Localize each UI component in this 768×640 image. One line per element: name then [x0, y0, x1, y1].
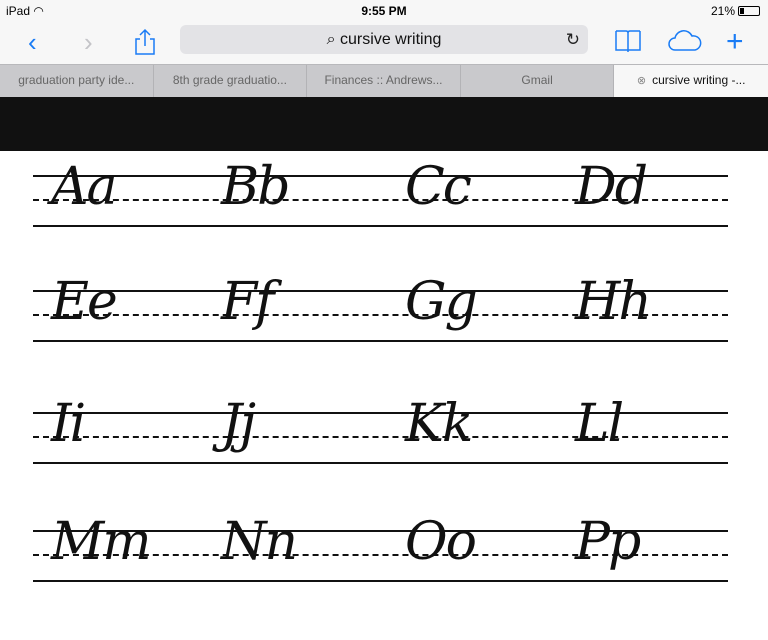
- writing-row: Mm Nn Oo Pp: [33, 512, 728, 582]
- cursive-alphabet-sheet: Aa Bb Cc Dd Ee Ff Gg Hh Ii Jj Kk Ll Mm Nn Oo Pp: [0, 151, 768, 640]
- base-line: [33, 462, 728, 464]
- base-line: [33, 580, 728, 582]
- tab-bar: graduation party ide... 8th grade gradua…: [0, 64, 768, 97]
- bookmarks-icon[interactable]: [614, 28, 642, 59]
- letter-pair: Gg: [405, 272, 478, 332]
- writing-row: Ee Ff Gg Hh: [33, 272, 728, 342]
- letter-pair: Hh: [575, 272, 652, 332]
- clock: 9:55 PM: [361, 4, 407, 18]
- letter-pair: Aa: [51, 157, 118, 217]
- forward-icon[interactable]: ›: [84, 28, 93, 56]
- icloud-icon[interactable]: [667, 28, 703, 59]
- page-header-bar: [0, 97, 768, 151]
- letter-pair: Nn: [221, 512, 298, 572]
- letter-pair: Ff: [221, 272, 274, 332]
- letter-pair: Ii: [51, 394, 86, 454]
- reload-icon[interactable]: ↻: [566, 25, 580, 54]
- new-tab-icon[interactable]: +: [726, 27, 744, 57]
- mid-dashed-line: [33, 436, 728, 438]
- letter-pair: Kk: [405, 394, 473, 454]
- browser-toolbar: ‹ › ⌕ cursive writing ↻ +: [0, 22, 768, 64]
- letter-pair: Oo: [405, 512, 477, 572]
- tab-cursive-writing[interactable]: ⊗ cursive writing -...: [614, 65, 768, 97]
- letter-pair: Ee: [51, 272, 118, 332]
- back-icon[interactable]: ‹: [28, 28, 37, 56]
- letter-pair: Cc: [405, 157, 472, 217]
- letter-pair: Dd: [575, 157, 648, 217]
- top-line: [33, 412, 728, 414]
- letter-pair: Bb: [221, 157, 290, 217]
- tab-graduation-party[interactable]: graduation party ide...: [0, 65, 154, 97]
- tab-finances[interactable]: Finances :: Andrews...: [307, 65, 461, 97]
- share-icon[interactable]: [134, 28, 156, 64]
- tab-gmail[interactable]: Gmail: [461, 65, 615, 97]
- search-input[interactable]: ⌕ cursive writing ↻: [180, 25, 588, 54]
- battery-icon: [738, 6, 760, 16]
- letter-pair: Jj: [221, 394, 256, 454]
- letter-pair: Pp: [575, 512, 641, 572]
- letter-pair: Mm: [51, 512, 152, 572]
- tab-8th-grade-graduation[interactable]: 8th grade graduatio...: [154, 65, 308, 97]
- battery: 21%: [711, 4, 760, 18]
- writing-row: Ii Jj Kk Ll: [33, 394, 728, 464]
- status-bar: iPad ◠ 9:55 PM 21%: [0, 0, 768, 22]
- letter-pair: Ll: [575, 394, 624, 454]
- close-tab-icon[interactable]: ⊗: [637, 75, 646, 87]
- base-line: [33, 340, 728, 342]
- search-icon: ⌕: [326, 31, 336, 48]
- writing-row: Aa Bb Cc Dd: [33, 157, 728, 227]
- base-line: [33, 225, 728, 227]
